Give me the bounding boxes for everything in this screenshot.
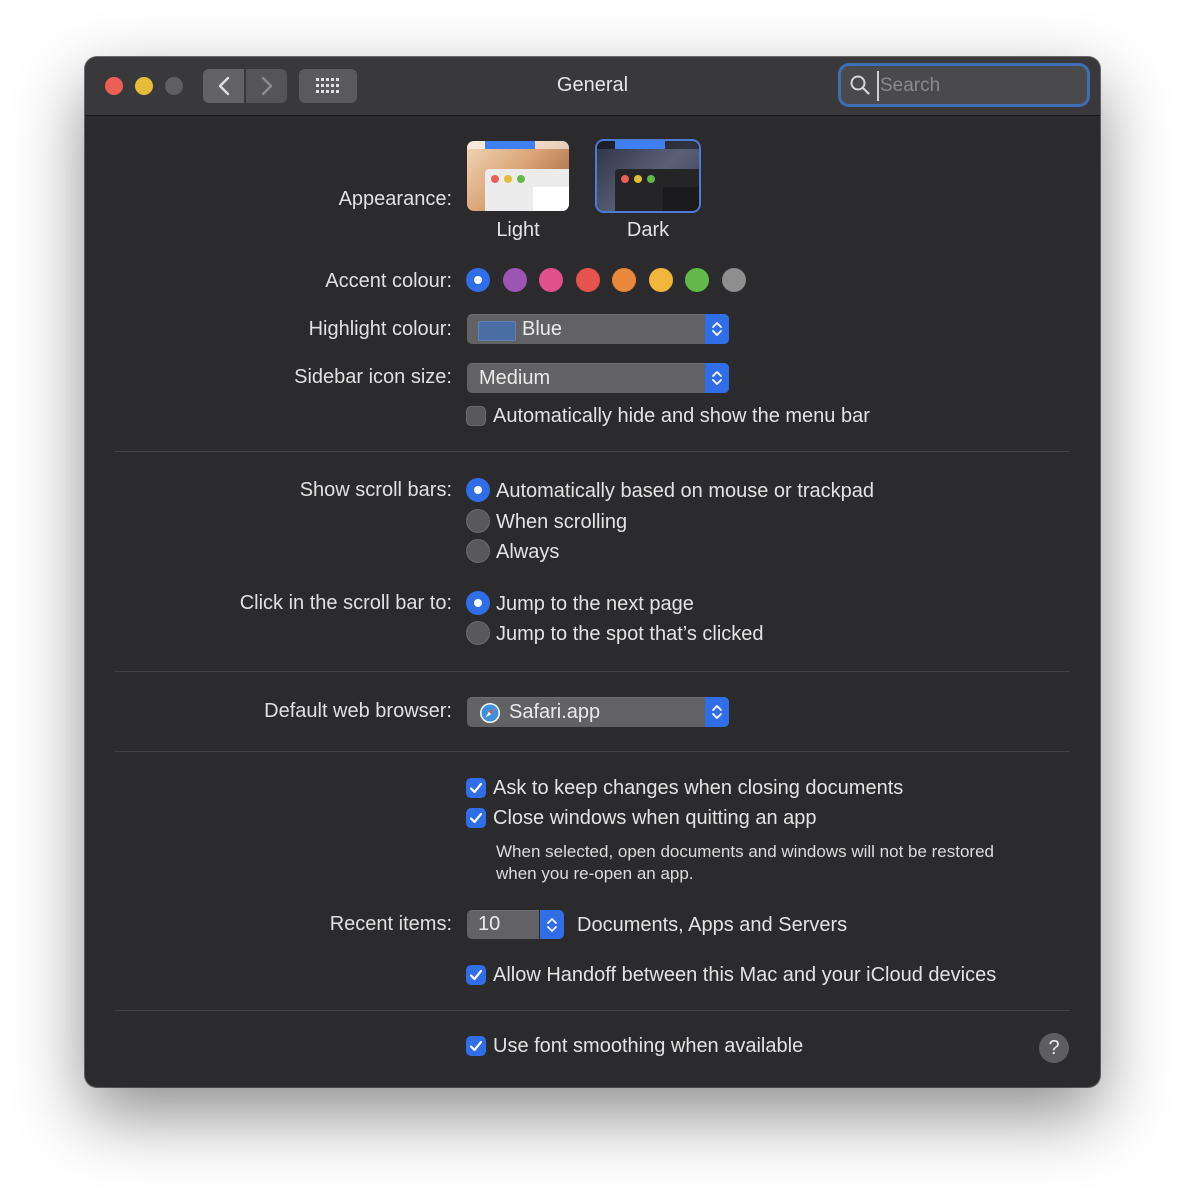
sidebar-icon-size-label: Sidebar icon size: <box>294 366 452 388</box>
separator <box>115 1010 1070 1011</box>
search-input[interactable] <box>877 71 1082 101</box>
close-windows-note-line2: when you re-open an app. <box>496 864 694 883</box>
updown-chevron-icon <box>712 705 722 719</box>
close-windows-note-line1: When selected, open documents and window… <box>496 842 995 861</box>
accent-swatch[interactable] <box>721 268 746 292</box>
sidebar-icon-size-value: Medium <box>479 367 551 389</box>
accent-swatch[interactable] <box>575 268 600 292</box>
click-next-page-label[interactable]: Jump to the next page <box>496 593 694 616</box>
default-browser-popup[interactable]: Safari.app <box>467 697 729 727</box>
scroll-bars-always-radio[interactable] <box>466 539 490 563</box>
preferences-window: General Appearance: Light Dark Accent co… <box>85 57 1100 1087</box>
thumb-dot <box>517 175 525 183</box>
ask-keep-changes-label[interactable]: Ask to keep changes when closing documen… <box>493 777 903 800</box>
separator <box>115 451 1070 452</box>
font-smoothing-checkbox[interactable] <box>466 1036 486 1056</box>
thumb-dot <box>647 175 655 183</box>
ask-keep-changes-checkbox[interactable] <box>466 778 486 798</box>
stepper-arrows[interactable] <box>540 910 564 939</box>
recent-items-field[interactable]: 10 <box>467 910 539 939</box>
recent-items-label: Recent items: <box>329 913 452 935</box>
accent-swatch[interactable] <box>685 268 709 292</box>
close-windows-label[interactable]: Close windows when quitting an app <box>493 807 817 830</box>
accent-swatch[interactable] <box>612 268 636 292</box>
appearance-dark-label[interactable]: Dark <box>597 219 699 242</box>
show-scroll-bars-label: Show scroll bars: <box>299 479 452 501</box>
thumb-accent <box>485 141 535 149</box>
highlight-swatch <box>478 321 516 341</box>
appearance-dark-thumbnail[interactable] <box>597 141 699 211</box>
scroll-bars-auto-label[interactable]: Automatically based on mouse or trackpad <box>496 480 874 503</box>
sidebar-icon-size-popup[interactable]: Medium <box>467 363 729 393</box>
thumb-dot <box>621 175 629 183</box>
recent-items-value: 10 <box>478 913 501 935</box>
accent-colour-label: Accent colour: <box>325 270 452 292</box>
checkmark-icon <box>469 812 483 824</box>
separator <box>115 671 1070 672</box>
click-scroll-bar-label: Click in the scroll bar to: <box>239 592 452 614</box>
help-button[interactable]: ? <box>1039 1033 1069 1063</box>
menu-bar-checkbox[interactable] <box>466 406 486 426</box>
accent-swatch[interactable] <box>466 268 490 292</box>
menu-bar-label[interactable]: Automatically hide and show the menu bar <box>493 405 870 428</box>
safari-icon <box>480 703 500 723</box>
appearance-label: Appearance: <box>338 188 452 210</box>
click-next-page-radio[interactable] <box>466 591 490 615</box>
popup-arrows <box>705 697 729 727</box>
separator <box>115 751 1070 752</box>
thumb-window <box>615 169 699 211</box>
recent-items-suffix: Documents, Apps and Servers <box>577 914 848 936</box>
thumb-sidebar <box>533 187 569 211</box>
scroll-bars-always-label[interactable]: Always <box>496 541 559 564</box>
popup-arrows <box>705 314 729 344</box>
handoff-checkbox[interactable] <box>466 965 486 985</box>
thumb-sidebar <box>663 187 699 211</box>
recent-items-stepper[interactable]: 10 <box>467 910 564 939</box>
highlight-colour-label: Highlight colour: <box>308 318 452 340</box>
thumb-accent <box>615 141 665 149</box>
scroll-bars-scrolling-radio[interactable] <box>466 509 490 533</box>
search-box[interactable] <box>841 66 1087 104</box>
title-bar: General <box>85 57 1100 116</box>
updown-chevron-icon <box>547 917 557 932</box>
updown-chevron-icon <box>712 322 722 336</box>
thumb-dot <box>634 175 642 183</box>
default-browser-label: Default web browser: <box>264 700 452 722</box>
checkmark-icon <box>469 969 483 981</box>
click-spot-label[interactable]: Jump to the spot that’s clicked <box>496 623 764 646</box>
checkmark-icon <box>469 1040 483 1052</box>
handoff-label[interactable]: Allow Handoff between this Mac and your … <box>493 964 996 987</box>
accent-swatch[interactable] <box>539 268 563 292</box>
thumb-dot <box>504 175 512 183</box>
accent-swatch[interactable] <box>502 268 527 292</box>
appearance-light-thumbnail[interactable] <box>467 141 569 211</box>
click-spot-radio[interactable] <box>466 621 490 645</box>
highlight-colour-value: Blue <box>522 318 563 340</box>
default-browser-value: Safari.app <box>509 701 601 723</box>
updown-chevron-icon <box>712 371 722 385</box>
scroll-bars-scrolling-label[interactable]: When scrolling <box>496 511 627 534</box>
font-smoothing-label[interactable]: Use font smoothing when available <box>493 1035 803 1058</box>
checkmark-icon <box>469 782 483 794</box>
thumb-dot <box>491 175 499 183</box>
accent-swatch[interactable] <box>648 268 673 292</box>
close-windows-checkbox[interactable] <box>466 808 486 828</box>
scroll-bars-auto-radio[interactable] <box>466 478 490 502</box>
thumb-window <box>485 169 569 211</box>
search-icon <box>850 75 870 95</box>
appearance-light-label[interactable]: Light <box>467 219 569 242</box>
highlight-colour-popup[interactable]: Blue <box>467 314 729 344</box>
popup-arrows <box>705 363 729 393</box>
